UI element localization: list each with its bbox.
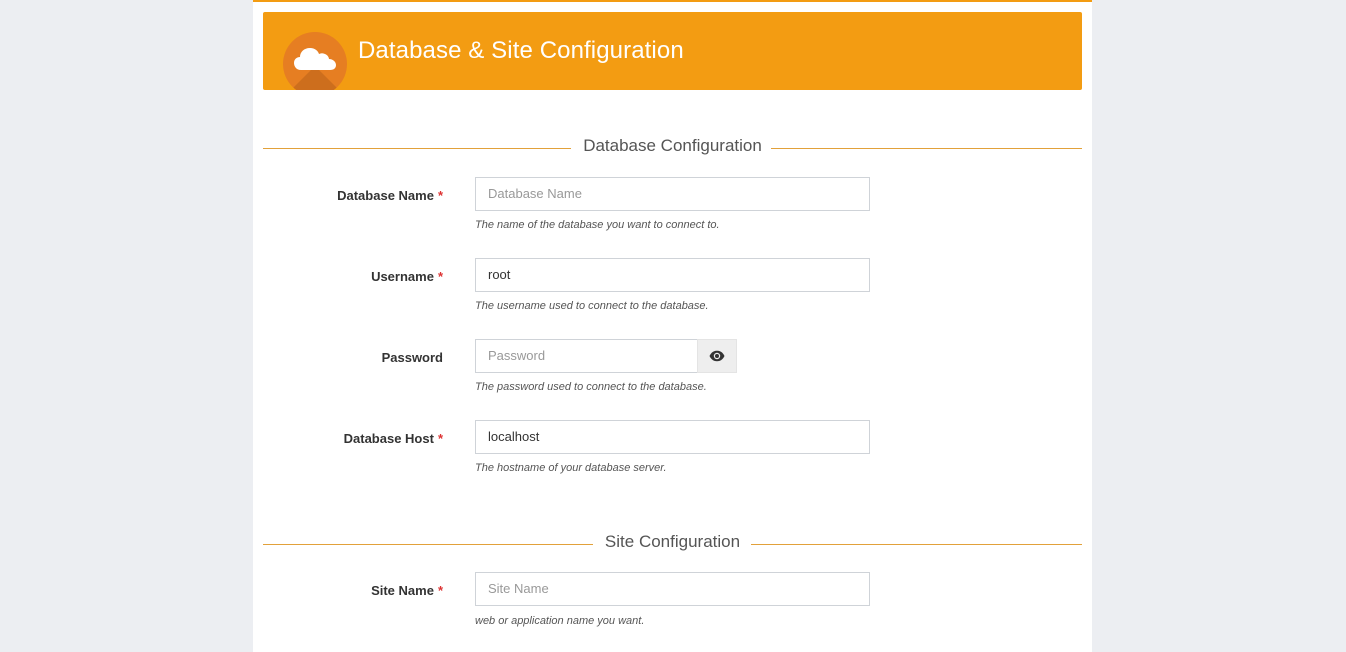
db-name-help: The name of the database you want to con… xyxy=(475,219,720,231)
divider xyxy=(771,148,1082,149)
site-name-input[interactable]: Site Name xyxy=(475,572,870,606)
password-input[interactable]: Password xyxy=(475,339,699,373)
required-marker: * xyxy=(437,269,443,284)
username-help: The username used to connect to the data… xyxy=(475,300,709,312)
required-marker: * xyxy=(437,188,443,203)
section-title: Site Configuration xyxy=(604,532,741,551)
page-title: Database & Site Configuration xyxy=(358,37,684,64)
db-host-help: The hostname of your database server. xyxy=(475,462,667,474)
logo xyxy=(283,32,347,90)
section-site: Site Configuration xyxy=(263,532,1082,556)
eye-icon xyxy=(709,350,725,362)
site-name-label: Site Name * xyxy=(371,583,443,598)
db-name-label: Database Name * xyxy=(337,188,443,203)
password-label: Password xyxy=(381,350,443,365)
username-input[interactable]: root xyxy=(475,258,870,292)
divider xyxy=(751,544,1082,545)
section-title: Database Configuration xyxy=(583,136,762,155)
password-help: The password used to connect to the data… xyxy=(475,381,707,393)
site-name-help: web or application name you want. xyxy=(475,615,645,627)
db-host-label: Database Host * xyxy=(343,431,443,446)
page-header: Database & Site Configuration xyxy=(263,12,1082,90)
username-label: Username * xyxy=(371,269,443,284)
required-marker: * xyxy=(437,583,443,598)
show-password-button[interactable] xyxy=(697,339,737,373)
required-marker: * xyxy=(437,431,443,446)
db-host-input[interactable]: localhost xyxy=(475,420,870,454)
section-database: Database Configuration xyxy=(263,136,1082,160)
config-panel: Database & Site Configuration Database C… xyxy=(253,0,1092,652)
db-name-input[interactable]: Database Name xyxy=(475,177,870,211)
cloud-icon xyxy=(294,48,336,70)
